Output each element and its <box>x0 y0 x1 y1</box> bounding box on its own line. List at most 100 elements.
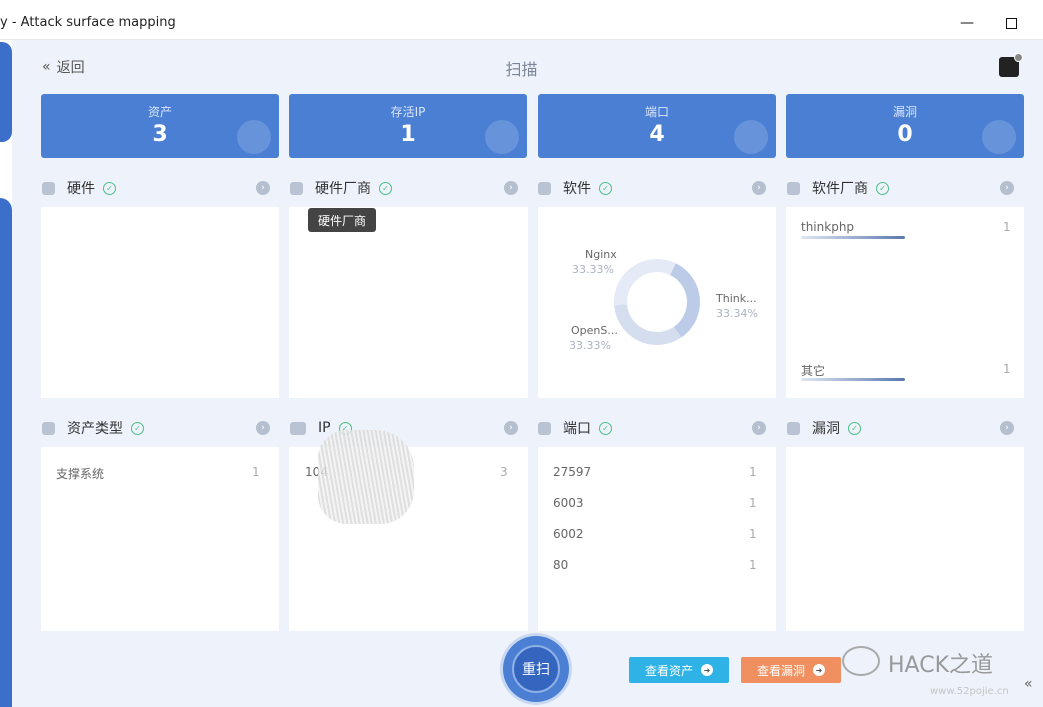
panel-expand-arrow-icon[interactable]: › <box>1000 421 1014 435</box>
pie-slice-1[interactable] <box>614 304 682 345</box>
panel-header-software: 软件 ✓ <box>538 177 612 199</box>
port-icon <box>734 120 768 154</box>
stat-card-assets: 资产 3 <box>41 94 279 158</box>
pie-percent: 33.33% <box>569 339 611 352</box>
arrow-right-icon: ➜ <box>701 664 713 676</box>
list-item-count: 1 <box>252 465 260 479</box>
window-title: y - Attack surface mapping <box>0 15 176 30</box>
panel-title: 软件 <box>563 181 591 197</box>
check-icon: ✓ <box>379 181 392 195</box>
check-icon: ✓ <box>103 181 116 195</box>
panel-title: 软件厂商 <box>812 181 868 197</box>
wechat-icon <box>842 646 880 676</box>
list-item-count: 1 <box>749 558 757 572</box>
panel-header-hardware: 硬件 ✓ <box>42 177 116 199</box>
panel-expand-arrow-icon[interactable]: › <box>1000 181 1014 195</box>
view-vulns-label: 查看漏洞 <box>756 663 805 678</box>
panel-header-hardware-vendor: 硬件厂商 ✓ <box>290 177 392 199</box>
list-item-bar <box>801 236 905 239</box>
maximize-icon <box>1005 17 1017 29</box>
list-item-count: 1 <box>749 465 757 479</box>
view-assets-label: 查看资产 <box>644 663 693 678</box>
panel-header-asset-type: 资产类型 ✓ <box>42 417 144 439</box>
check-icon: ✓ <box>599 181 612 195</box>
watermark-text: HACK之道 <box>888 653 993 678</box>
stat-label: 资产 <box>147 105 172 119</box>
panel-expand-arrow-icon[interactable]: › <box>256 421 270 435</box>
check-icon: ✓ <box>848 421 861 435</box>
pie-label: Think... <box>716 292 757 305</box>
arrow-right-icon: ➜ <box>813 664 825 676</box>
panel-title: 硬件 <box>67 181 95 197</box>
list-item-bar <box>801 378 905 381</box>
panel-expand-arrow-icon[interactable]: › <box>504 181 518 195</box>
stat-card-alive-ip: 存活IP 1 <box>289 94 527 158</box>
pie-percent: 33.33% <box>572 263 614 276</box>
list-item-name: 27597 <box>553 465 592 479</box>
minimize-button[interactable]: — <box>956 12 978 34</box>
panel-header-software-vendor: 软件厂商 ✓ <box>787 177 889 199</box>
rescan-label: 重扫 <box>512 645 560 693</box>
person-icon <box>787 181 800 195</box>
vendor-icon <box>290 181 303 195</box>
notification-dot <box>1014 53 1023 62</box>
panel-title: 漏洞 <box>812 421 840 437</box>
bug-icon <box>982 120 1016 154</box>
collapse-icon[interactable]: « <box>1024 676 1033 692</box>
panel-hardware <box>41 207 279 398</box>
hardware-icon <box>42 181 55 195</box>
list-item-count: 1 <box>1003 220 1011 234</box>
stat-label: 漏洞 <box>892 105 917 119</box>
panel-header-port: 端口 ✓ <box>538 417 612 439</box>
check-icon: ✓ <box>131 421 144 435</box>
check-icon: ✓ <box>876 181 889 195</box>
panel-expand-arrow-icon[interactable]: › <box>256 181 270 195</box>
view-assets-button[interactable]: 查看资产 ➜ <box>629 657 729 683</box>
layers-icon <box>237 120 271 154</box>
user-menu-icon[interactable] <box>999 53 1023 77</box>
list-item-count: 1 <box>1003 362 1011 376</box>
panel-vuln <box>786 447 1024 631</box>
panel-title: IP <box>318 420 331 436</box>
pie-slice-2[interactable] <box>614 259 676 306</box>
list-item-name: 6003 <box>553 496 584 510</box>
list-item-name: 6002 <box>553 527 584 541</box>
left-rail-bottom <box>0 198 12 707</box>
check-icon: ✓ <box>599 421 612 435</box>
window-titlebar: y - Attack surface mapping — <box>0 0 1043 40</box>
port-icon <box>538 421 551 435</box>
list-item-count: 1 <box>749 527 757 541</box>
panel-header-vuln: 漏洞 ✓ <box>787 417 861 439</box>
stat-label: 存活IP <box>390 105 426 119</box>
software-icon <box>538 181 551 195</box>
watermark-url: www.52pojie.cn <box>930 686 1009 697</box>
panel-expand-arrow-icon[interactable]: › <box>504 421 518 435</box>
tooltip: 硬件厂商 <box>308 208 376 232</box>
list-item-name: 80 <box>553 558 569 572</box>
panel-expand-arrow-icon[interactable]: › <box>752 181 766 195</box>
redaction-blur <box>318 430 414 524</box>
pie-slice-0[interactable] <box>670 263 700 338</box>
panel-hardware-vendor <box>289 207 528 398</box>
list-item-name: 其它 <box>801 364 826 378</box>
stat-label: 端口 <box>644 105 669 119</box>
panel-title: 硬件厂商 <box>315 181 371 197</box>
stat-card-ports: 端口 4 <box>538 94 776 158</box>
pie-label: Nginx <box>585 248 617 261</box>
monitor-icon <box>290 421 306 435</box>
panel-title: 资产类型 <box>67 421 123 437</box>
panel-expand-arrow-icon[interactable]: › <box>752 421 766 435</box>
view-vulns-button[interactable]: 查看漏洞 ➜ <box>741 657 841 683</box>
pie-label: OpenS... <box>571 324 618 337</box>
list-item-name: 支撑系统 <box>56 467 105 481</box>
pie-percent: 33.34% <box>716 307 758 320</box>
pie-icon <box>42 421 55 435</box>
maximize-button[interactable] <box>1000 12 1022 34</box>
bug-icon <box>787 421 800 435</box>
rescan-button[interactable]: 重扫 <box>503 636 569 702</box>
ip-icon <box>485 120 519 154</box>
list-item-name: thinkphp <box>801 220 855 234</box>
panel-title: 端口 <box>563 421 591 437</box>
page-title: 扫描 <box>505 60 538 79</box>
list-item-count: 1 <box>749 496 757 510</box>
